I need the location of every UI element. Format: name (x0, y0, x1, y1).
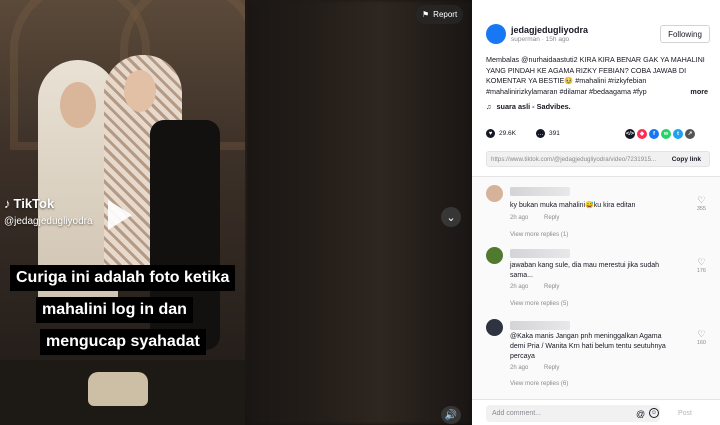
view-replies-link[interactable]: View more replies (5) (510, 300, 568, 307)
like-stat[interactable]: ♥ 29.6K (486, 129, 516, 138)
comment-time: 2h ago (510, 284, 529, 290)
chevron-down-icon: ⌄ (446, 211, 456, 224)
caption-line: Curiga ini adalah foto ketika (10, 265, 236, 291)
heart-outline-icon: ♡ (697, 257, 706, 267)
add-comment-bar: Add comment... @ ☺ Post (472, 399, 720, 425)
report-button[interactable]: ⚑ Report (416, 5, 464, 24)
author-info[interactable]: jedagjedugliyodra superman · 15h ago (486, 24, 588, 44)
handbag (88, 372, 148, 406)
tiktok-video-page: ♪ TikTok @jedagjedugliyodra Curiga ini a… (0, 0, 720, 425)
details-panel: jedagjedugliyodra superman · 15h ago Fol… (472, 0, 720, 425)
comment-text: @Kaka manis Jangan pnh meninggalkan Agam… (510, 333, 666, 360)
comment-like-count: 176 (696, 268, 706, 274)
reply-button[interactable]: Reply (544, 284, 559, 290)
tiktok-note-icon: ♪ (4, 196, 11, 211)
sound-label: suara asli - Sadvibes. (496, 102, 571, 111)
view-replies-link[interactable]: View more replies (6) (510, 380, 568, 387)
following-button[interactable]: Following (660, 25, 710, 43)
heart-icon: ♥ (486, 129, 495, 138)
post-button[interactable]: Post (678, 410, 692, 417)
man-face (124, 70, 156, 112)
play-icon[interactable] (108, 200, 132, 230)
add-comment-placeholder: Add comment... (492, 410, 542, 417)
commenter-name-blurred (510, 187, 570, 196)
speaker-icon: 🔊 (444, 409, 458, 421)
video-frame: ♪ TikTok @jedagjedugliyodra Curiga ini a… (0, 0, 245, 425)
copy-link-button[interactable]: Copy link (672, 156, 709, 163)
author-username[interactable]: jedagjedugliyodra (511, 25, 588, 35)
comment-count: 391 (549, 130, 560, 137)
music-note-icon: ♫ (486, 102, 492, 111)
video-caption: Curiga ini adalah foto ketika mahalini l… (0, 265, 245, 361)
comments-list[interactable]: ky bukan muka mahalini😅ku kira editan 2h… (472, 177, 720, 399)
view-replies-link[interactable]: View more replies (1) (510, 231, 568, 238)
tiktok-watermark: ♪ TikTok (4, 196, 54, 211)
add-comment-input[interactable]: Add comment... (486, 405, 660, 422)
caption-line: mengucap syahadat (40, 329, 206, 355)
share-buttons: </> ◆ f w t ↗ (625, 129, 695, 139)
next-video-button[interactable]: ⌄ (441, 207, 461, 227)
share-link-url[interactable]: https://www.tiktok.com/@jedagjedugliyodr… (487, 156, 667, 163)
heart-outline-icon: ♡ (697, 195, 706, 205)
comment-like[interactable]: ♡ 355 (697, 195, 706, 212)
commenter-name-blurred (510, 249, 570, 258)
comment-icon: … (536, 129, 545, 138)
caption-line: mahalini log in dan (36, 297, 193, 323)
comment-like[interactable]: ♡ 160 (697, 329, 706, 346)
tiktok-share-icon[interactable]: ◆ (637, 129, 647, 139)
share-link-box: https://www.tiktok.com/@jedagjedugliyodr… (486, 151, 710, 167)
tiktok-watermark-label: TikTok (13, 196, 55, 211)
comment-like-count: 160 (696, 340, 706, 346)
comment-time: 2h ago (510, 365, 529, 371)
report-label: Report (433, 10, 458, 19)
facebook-icon[interactable]: f (649, 129, 659, 139)
comment-like[interactable]: ♡ 176 (697, 257, 706, 274)
comment-stat[interactable]: … 391 (536, 129, 560, 138)
flag-icon: ⚑ (422, 10, 430, 19)
avatar[interactable] (486, 319, 503, 336)
commenter-name-blurred (510, 321, 570, 330)
reply-button[interactable]: Reply (544, 365, 559, 371)
description-text: Membalas @nurhaidaastuti2 KIRA KIRA BENA… (486, 55, 705, 96)
mute-button[interactable]: 🔊 (441, 406, 461, 424)
video-description: Membalas @nurhaidaastuti2 KIRA KIRA BENA… (486, 55, 710, 97)
comment-text: ky bukan muka mahalini😅ku kira editan (510, 202, 636, 209)
avatar[interactable] (486, 247, 503, 264)
comment-like-count: 355 (696, 206, 706, 212)
comment-meta: 2h ago Reply (510, 365, 573, 371)
heart-outline-icon: ♡ (697, 329, 706, 339)
twitter-icon[interactable]: t (673, 129, 683, 139)
sound-link[interactable]: ♫ suara asli - Sadvibes. (486, 102, 571, 111)
mention-icon[interactable]: @ (636, 409, 645, 419)
more-link[interactable]: more (690, 87, 708, 98)
tiktok-watermark-handle: @jedagjedugliyodra (4, 216, 93, 227)
comment-time: 2h ago (510, 215, 529, 221)
like-count: 29.6K (499, 130, 516, 137)
author-subtitle: superman · 15h ago (511, 36, 570, 43)
comment-meta: 2h ago Reply (510, 284, 573, 290)
video-blurred-backdrop (245, 0, 472, 425)
comment-meta: 2h ago Reply (510, 215, 573, 221)
whatsapp-icon[interactable]: w (661, 129, 671, 139)
embed-icon[interactable]: </> (625, 129, 635, 139)
comment-text: jawaban kang sule, dia mau merestui jika… (510, 262, 660, 279)
engagement-stats: ♥ 29.6K … 391 (486, 129, 580, 138)
reply-button[interactable]: Reply (544, 215, 559, 221)
avatar[interactable] (486, 185, 503, 202)
avatar[interactable] (486, 24, 506, 44)
video-player[interactable]: ♪ TikTok @jedagjedugliyodra Curiga ini a… (0, 0, 472, 425)
woman-face (60, 82, 96, 128)
emoji-icon[interactable]: ☺ (649, 408, 659, 418)
share-icon[interactable]: ↗ (685, 129, 695, 139)
